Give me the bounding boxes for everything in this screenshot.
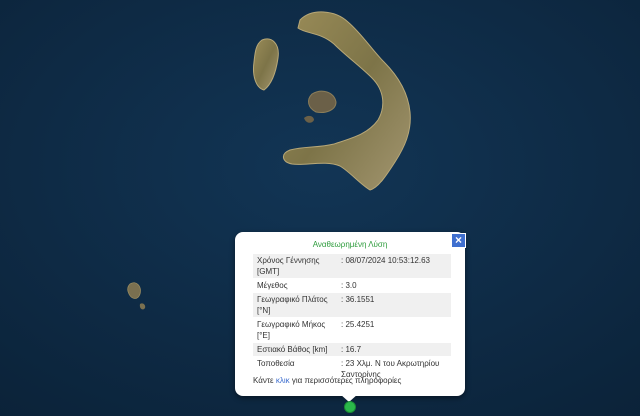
row-value: : 25.4251 <box>341 320 375 329</box>
row-value: : 08/07/2024 10:53:12.63 <box>337 254 451 278</box>
more-info-text: Κάντε κλικ για περισσότερες πληροφορίες <box>253 376 401 385</box>
info-table: Χρόνος Γέννησης [GMT] : 08/07/2024 10:53… <box>253 253 451 382</box>
row-value: : 36.1551 <box>337 293 451 317</box>
row-value: : 16.7 <box>337 343 451 356</box>
row-label: Χρόνος Γέννησης [GMT] <box>253 254 337 278</box>
row-label: Γεωγραφικό Πλάτος [°N] <box>253 293 337 317</box>
table-row: Γεωγραφικό Πλάτος [°N] : 36.1551 <box>253 293 451 317</box>
row-label: Μέγεθος <box>257 281 288 290</box>
table-row: Εστιακό Βάθος [km] : 16.7 <box>253 343 451 356</box>
island-nea-kameni <box>308 90 337 113</box>
row-label: Γεωγραφικό Μήκος [°E] <box>257 320 326 340</box>
row-label: Εστιακό Βάθος [km] <box>253 343 337 356</box>
epicenter-marker[interactable] <box>344 401 356 413</box>
popup-title: Αναθεωρημένη Λύση <box>312 240 388 249</box>
more-prefix: Κάντε <box>253 376 276 385</box>
row-value: : 3.0 <box>341 281 357 290</box>
more-suffix: για περισσότερες πληροφορίες <box>289 376 402 385</box>
more-info-link[interactable]: κλικ <box>276 376 290 385</box>
table-row: Γεωγραφικό Μήκος [°E] : 25.4251 <box>253 318 451 342</box>
table-row: Μέγεθος : 3.0 <box>253 279 451 292</box>
table-row: Χρόνος Γέννησης [GMT] : 08/07/2024 10:53… <box>253 254 451 278</box>
